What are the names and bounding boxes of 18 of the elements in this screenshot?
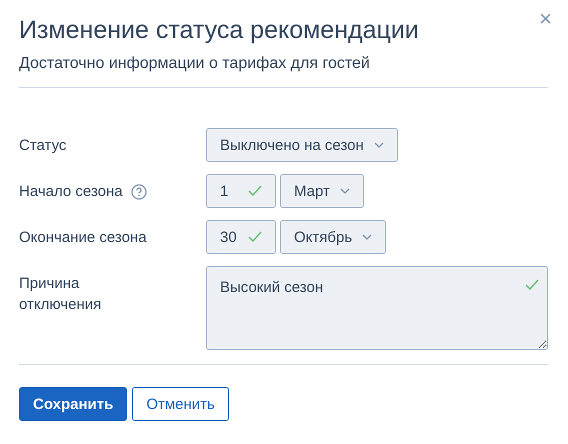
chevron-icon <box>340 188 350 194</box>
chevron-icon <box>362 234 372 240</box>
save-button[interactable]: Сохранить <box>19 387 128 421</box>
field-label: Окончание сезона <box>19 228 148 248</box>
chevron-icon <box>374 142 384 148</box>
input-field[interactable]: 30 <box>206 220 276 254</box>
field-label: Статус <box>19 136 68 156</box>
dialog-title: Изменение статуса рекомендации <box>19 15 419 46</box>
select-field[interactable]: Октябрь <box>280 220 386 254</box>
select-field[interactable]: Выключено на сезон <box>206 128 398 162</box>
input-field[interactable]: 1 <box>206 174 276 208</box>
dialog-subtitle: Достаточно информации о тарифах для гостей <box>19 55 371 73</box>
field-label: Начало сезона <box>19 182 123 202</box>
select-field[interactable]: Март <box>280 174 364 208</box>
text-area[interactable]: Высокий сезон <box>206 266 548 350</box>
cancel-button[interactable]: Отменить <box>132 387 229 421</box>
help-icon[interactable] <box>130 184 147 200</box>
field-label: Причина отключения <box>19 274 102 315</box>
